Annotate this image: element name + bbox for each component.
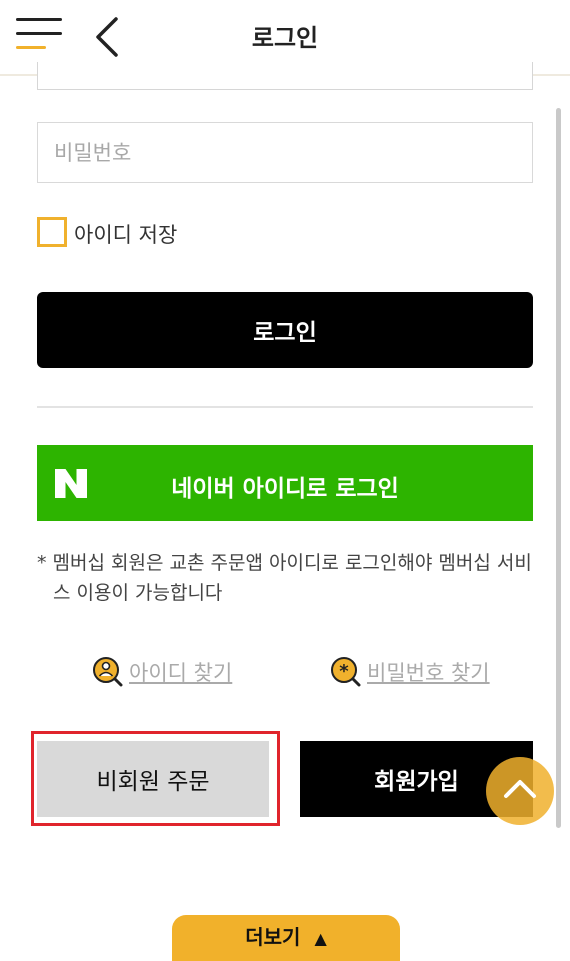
password-input[interactable] xyxy=(37,122,533,183)
user-id-input[interactable] xyxy=(37,62,533,90)
membership-notice: * 멤버십 회원은 교촌 주문앱 아이디로 로그인해야 멤버십 서비 스 이용이… xyxy=(37,548,537,608)
remember-id-checkbox[interactable] xyxy=(37,217,67,247)
remember-id-label: 아이디 저장 xyxy=(74,223,178,247)
triangle-up-icon: ▲ xyxy=(314,929,327,948)
chevron-up-icon xyxy=(504,780,536,798)
find-id-label: 아이디 찾기 xyxy=(129,661,233,685)
svg-text:*: * xyxy=(339,661,349,682)
more-label: 더보기 xyxy=(245,925,301,949)
scroll-to-top-button[interactable] xyxy=(486,757,554,825)
divider xyxy=(37,406,533,408)
scrollbar[interactable] xyxy=(556,108,561,828)
notice-line-2: 스 이용이 가능합니다 xyxy=(53,582,223,604)
asterisk-magnifier-icon: * xyxy=(331,657,361,687)
guest-order-button[interactable]: 비회원 주문 xyxy=(37,741,269,817)
notice-line-1: * 멤버십 회원은 교촌 주문앱 아이디로 로그인해야 멤버십 서비 xyxy=(37,552,532,574)
more-tab[interactable]: 더보기 ▲ xyxy=(172,915,400,961)
naver-login-button[interactable]: 네이버 아이디로 로그인 xyxy=(37,445,533,521)
find-password-label: 비밀번호 찾기 xyxy=(367,661,490,685)
person-magnifier-icon xyxy=(93,657,123,687)
login-button[interactable]: 로그인 xyxy=(37,292,533,368)
page-title: 로그인 xyxy=(251,24,319,52)
naver-login-label: 네이버 아이디로 로그인 xyxy=(171,476,399,502)
